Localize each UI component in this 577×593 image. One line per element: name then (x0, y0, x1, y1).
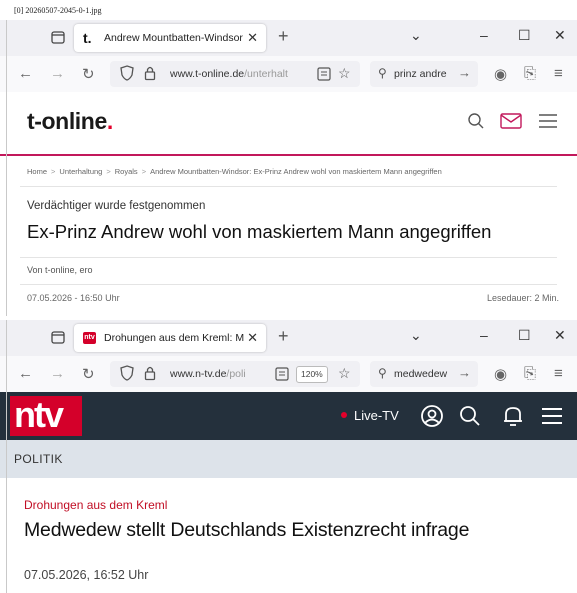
site-header: t-online. (0, 92, 577, 156)
breadcrumb-item-home[interactable]: Home (27, 167, 47, 176)
article-kicker: Verdächtiger wurde festgenommen (27, 200, 206, 212)
account-icon[interactable]: ◉ (494, 65, 507, 83)
tab-strip: ntv Drohungen aus dem Kreml: Me ✕ + ⌄ – … (0, 320, 577, 356)
article-author[interactable]: Von t-online, ero (27, 265, 93, 275)
search-bar[interactable]: ⚲ prinz andre → (370, 61, 478, 87)
window-edge (6, 20, 7, 316)
breadcrumb: Home > Unterhaltung > Royals > Andrew Mountbat… (27, 167, 442, 176)
tab-strip: t. Andrew Mountbatten-Windsor ✕ + ⌄ – ☐ … (0, 20, 577, 56)
active-tab[interactable]: ntv Drohungen aus dem Kreml: Me ✕ (74, 324, 266, 352)
search-query[interactable]: medwedew (394, 368, 460, 380)
reader-view-icon[interactable] (275, 366, 289, 387)
tab-title: Drohungen aus dem Kreml: Me (104, 332, 244, 344)
window-edge (6, 320, 7, 593)
search-icon[interactable] (467, 112, 485, 135)
arrow-right-icon[interactable]: → (458, 65, 471, 80)
breadcrumb-item-royals[interactable]: Royals (115, 167, 138, 176)
search-icon: ⚲ (378, 366, 387, 380)
minimize-icon[interactable]: – (480, 27, 488, 43)
breadcrumb-item-unterhaltung[interactable]: Unterhaltung (59, 167, 102, 176)
ntv-favicon: ntv (83, 332, 96, 344)
lock-icon[interactable] (144, 65, 156, 86)
close-window-icon[interactable]: ✕ (554, 27, 566, 44)
chevron-down-icon[interactable]: ⌄ (410, 27, 422, 44)
shield-icon[interactable] (120, 365, 134, 386)
hamburger-icon[interactable] (540, 404, 564, 433)
hamburger-icon[interactable] (538, 112, 558, 135)
star-icon[interactable]: ☆ (338, 65, 351, 82)
section-bar: POLITIK (0, 440, 577, 478)
close-icon[interactable]: ✕ (247, 30, 258, 46)
section-label[interactable]: POLITIK (14, 452, 63, 466)
search-query[interactable]: prinz andre (394, 68, 460, 80)
divider (20, 257, 557, 258)
zoom-indicator[interactable]: 120% (296, 366, 328, 383)
url-bar[interactable]: www.t-online.de/unterhalt ☆ (110, 61, 360, 87)
article-date: 07.05.2026 - 16:50 Uhr (27, 293, 120, 303)
divider (20, 284, 557, 285)
tab-list-icon[interactable] (50, 329, 66, 345)
bell-icon[interactable] (502, 404, 524, 433)
hamburger-icon[interactable]: ≡ (554, 65, 563, 82)
reload-icon[interactable]: ↻ (82, 365, 95, 383)
site-logo[interactable]: ntv (10, 394, 82, 436)
close-icon[interactable]: ✕ (247, 330, 258, 346)
search-bar[interactable]: ⚲ medwedew → (370, 361, 478, 387)
reload-icon[interactable]: ↻ (82, 65, 95, 83)
star-icon[interactable]: ☆ (338, 365, 351, 382)
nav-bar: ← → ↻ www.n-tv.de/poli 120% ☆ ⚲ medwedew… (0, 356, 577, 393)
url-bar[interactable]: www.n-tv.de/poli 120% ☆ (110, 361, 360, 387)
article-date: 07.05.2026, 16:52 Uhr (24, 568, 149, 582)
maximize-icon[interactable]: ☐ (518, 327, 531, 344)
divider (20, 186, 557, 187)
active-tab[interactable]: t. Andrew Mountbatten-Windsor ✕ (74, 24, 266, 52)
breadcrumb-item-article: Andrew Mountbatten-Windsor: Ex-Prinz And… (150, 167, 442, 176)
article-headline: Ex-Prinz Andrew wohl von maskiertem Mann… (27, 221, 492, 242)
live-tv-link[interactable]: Live-TV (341, 408, 399, 423)
breadcrumb-separator: > (141, 167, 147, 176)
live-dot-icon (341, 412, 347, 418)
search-icon[interactable] (458, 404, 482, 433)
url-text[interactable]: www.t-online.de/unterhalt (170, 68, 312, 80)
puzzle-icon[interactable]: ⎘ (524, 65, 536, 82)
forward-arrow-icon[interactable]: → (50, 365, 65, 382)
user-icon[interactable] (420, 404, 444, 433)
tab-list-icon[interactable] (50, 29, 66, 45)
puzzle-icon[interactable]: ⎘ (524, 365, 536, 382)
breadcrumb-separator: > (51, 167, 56, 176)
article-headline: Medwedew stellt Deutschlands Existenzrec… (24, 519, 470, 541)
back-arrow-icon[interactable]: ← (18, 65, 33, 82)
tonline-favicon: t. (83, 30, 92, 46)
breadcrumb-separator: > (106, 167, 111, 176)
maximize-icon[interactable]: ☐ (518, 27, 531, 44)
url-text[interactable]: www.n-tv.de/poli (170, 368, 270, 380)
hamburger-icon[interactable]: ≡ (554, 365, 563, 382)
browser-window-tonline: t. Andrew Mountbatten-Windsor ✕ + ⌄ – ☐ … (0, 20, 577, 316)
close-window-icon[interactable]: ✕ (554, 327, 566, 344)
site-logo[interactable]: t-online. (27, 108, 113, 135)
file-label: [0] 20260507-2045-0-1.jpg (14, 6, 102, 15)
mail-icon[interactable] (500, 112, 522, 135)
article-kicker: Drohungen aus dem Kreml (24, 498, 168, 512)
forward-arrow-icon[interactable]: → (50, 65, 65, 82)
reader-view-icon[interactable] (317, 66, 331, 87)
plus-icon[interactable]: + (278, 326, 289, 347)
account-icon[interactable]: ◉ (494, 365, 507, 383)
plus-icon[interactable]: + (278, 26, 289, 47)
read-time: Lesedauer: 2 Min. (486, 293, 559, 303)
site-header: ntv Live-TV (0, 392, 577, 440)
shield-icon[interactable] (120, 65, 134, 86)
back-arrow-icon[interactable]: ← (18, 365, 33, 382)
chevron-down-icon[interactable]: ⌄ (410, 327, 422, 344)
arrow-right-icon[interactable]: → (458, 365, 471, 380)
browser-window-ntv: ntv Drohungen aus dem Kreml: Me ✕ + ⌄ – … (0, 320, 577, 593)
minimize-icon[interactable]: – (480, 327, 488, 343)
nav-bar: ← → ↻ www.t-online.de/unterhalt ☆ ⚲ prin… (0, 56, 577, 93)
search-icon: ⚲ (378, 66, 387, 80)
lock-icon[interactable] (144, 365, 156, 386)
tab-title: Andrew Mountbatten-Windsor (104, 32, 243, 44)
